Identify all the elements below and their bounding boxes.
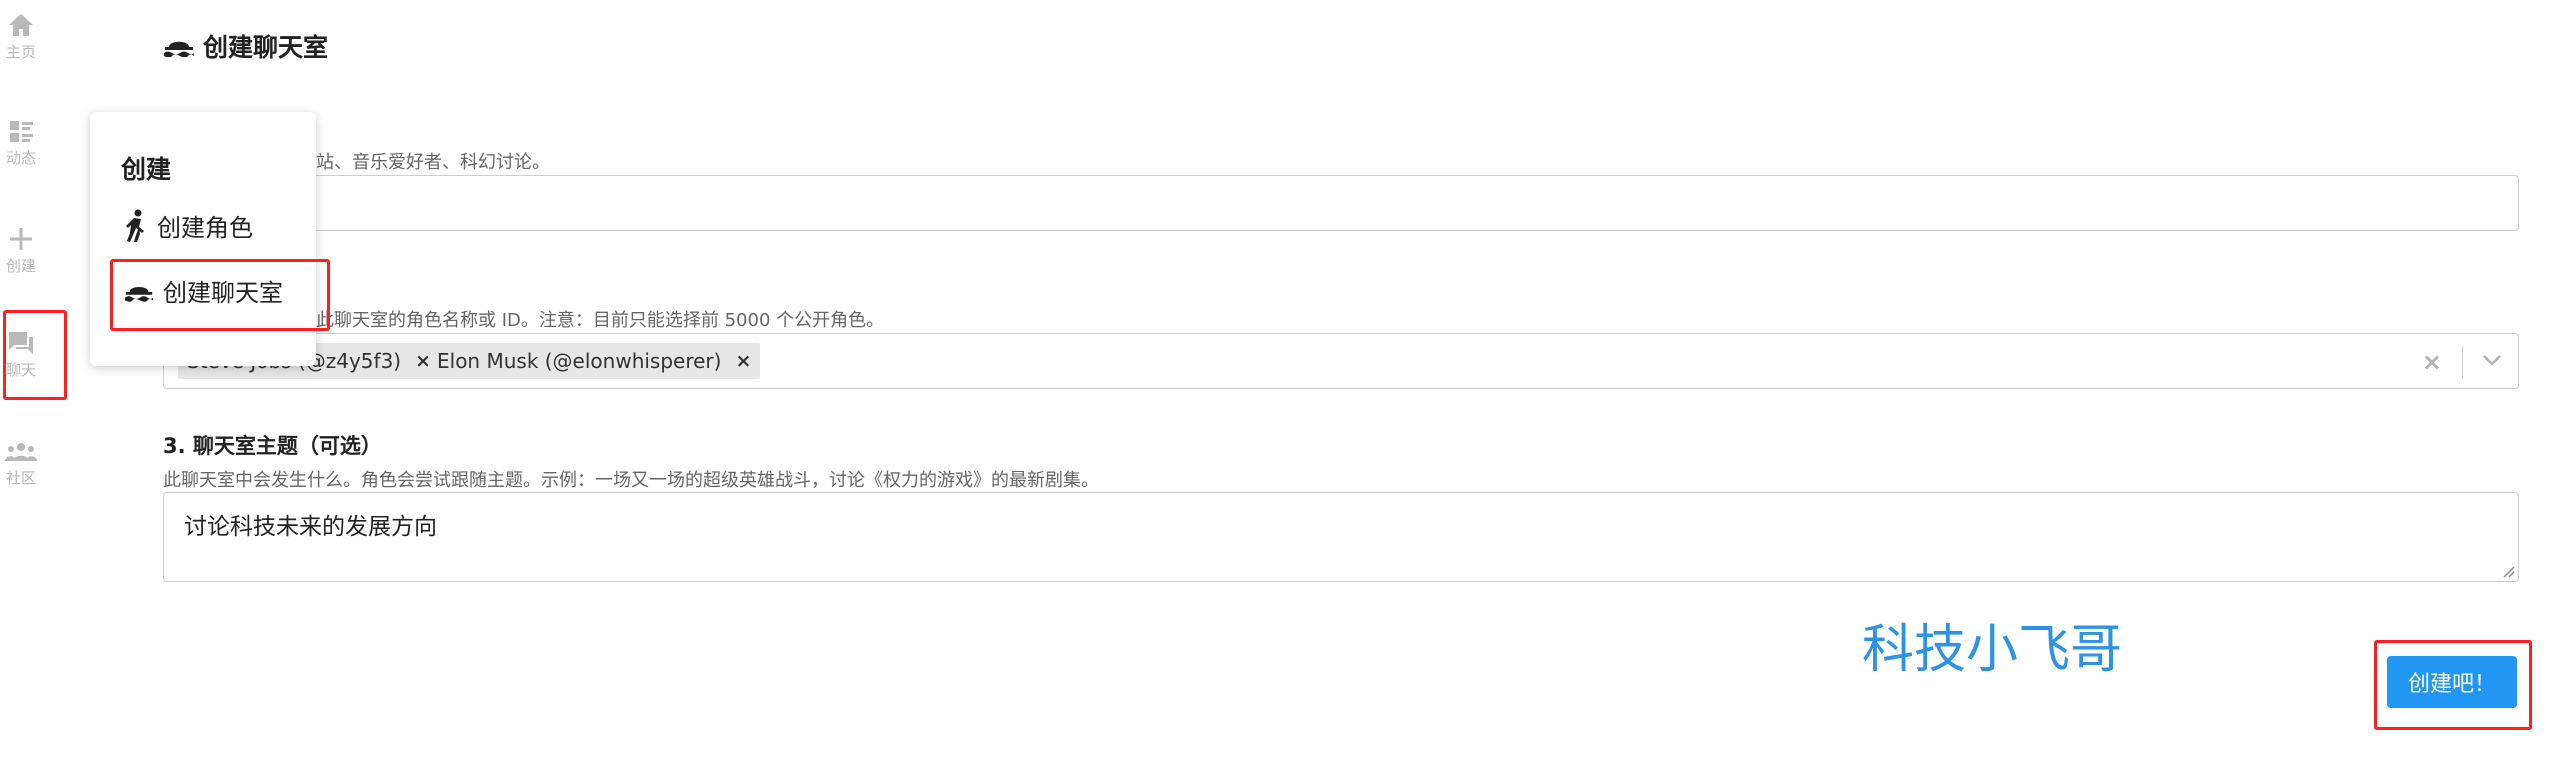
selected-character-tag: Elon Musk (@elonwhisperer) × — [428, 343, 761, 379]
left-sidebar: 主页 动态 创建 聊天 社区 — [0, 0, 42, 763]
remove-tag-icon[interactable]: × — [735, 350, 751, 372]
menu-item-label: 创建聊天室 — [163, 279, 283, 307]
page-title-text: 创建聊天室 — [203, 33, 329, 62]
chatroom-icon — [164, 41, 194, 57]
plus-icon — [10, 228, 32, 250]
tag-label: Elon Musk (@elonwhisperer) — [437, 349, 722, 373]
community-icon — [5, 443, 37, 461]
menu-item-create-chatroom[interactable]: 创建聊天室 — [124, 273, 283, 308]
character-multiselect[interactable]: Steve Jobs (@z4y5f3) × Elon Musk (@elonw… — [163, 333, 2519, 389]
create-popover-menu: 创建 创建角色 创建聊天室 — [90, 112, 316, 366]
chatroom-topic-textarea[interactable]: 讨论科技未来的发展方向 — [163, 492, 2519, 582]
resize-handle-icon[interactable] — [2501, 564, 2515, 578]
sidebar-item-feed[interactable]: 动态 — [0, 118, 42, 168]
section3-label: 3. 聊天室主题（可选） — [163, 434, 382, 458]
character-icon — [126, 209, 144, 242]
sidebar-item-label: 社区 — [5, 469, 36, 487]
sidebar-item-label: 主页 — [5, 43, 36, 61]
sidebar-item-label: 创建 — [5, 257, 36, 275]
section3-hint: 此聊天室中会发生什么。角色会尝试跟随主题。示例：一场又一场的超级英雄战斗，讨论《… — [163, 470, 1099, 491]
section2-hint: 此聊天室的角色名称或 ID。注意：目前只能选择前 5000 个公开角色。 — [316, 310, 885, 331]
page-title: 创建聊天室 — [163, 28, 328, 64]
clear-selection-icon[interactable]: × — [2422, 348, 2442, 376]
create-chatroom-button[interactable]: 创建吧！ — [2387, 656, 2517, 708]
sidebar-item-chat[interactable]: 聊天 — [0, 330, 42, 380]
menu-item-create-character[interactable]: 创建角色 — [124, 208, 253, 243]
popover-heading: 创建 — [121, 155, 172, 184]
chatroom-name-input[interactable] — [163, 175, 2519, 231]
sidebar-item-home[interactable]: 主页 — [0, 12, 42, 62]
feed-icon — [10, 121, 33, 142]
chatroom-icon — [124, 286, 154, 302]
watermark-text: 科技小飞哥 — [1862, 620, 2123, 680]
topic-value: 讨论科技未来的发展方向 — [184, 514, 437, 540]
chevron-down-icon[interactable] — [2480, 348, 2504, 372]
sidebar-item-label: 动态 — [5, 149, 36, 167]
sidebar-item-create[interactable]: 创建 — [0, 226, 42, 276]
home-icon — [9, 14, 33, 36]
menu-item-label: 创建角色 — [157, 214, 253, 242]
select-divider — [2462, 346, 2463, 378]
sidebar-item-label: 聊天 — [5, 361, 36, 379]
chat-icon — [9, 332, 33, 354]
sidebar-item-community[interactable]: 社区 — [0, 440, 42, 488]
section1-hint: 站、音乐爱好者、科幻讨论。 — [316, 152, 550, 173]
